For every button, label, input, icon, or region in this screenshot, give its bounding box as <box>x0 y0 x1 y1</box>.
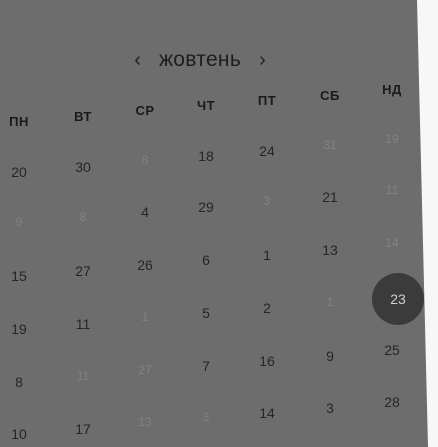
prev-month-icon[interactable]: ‹ <box>132 50 143 70</box>
day-cell[interactable]: 8 <box>63 210 103 224</box>
day-cell[interactable]: 14 <box>372 236 412 250</box>
day-cell[interactable]: 11 <box>63 316 103 332</box>
day-cell[interactable]: 27 <box>125 363 165 377</box>
day-cell[interactable]: 1 <box>125 310 165 324</box>
day-cell[interactable]: 29 <box>186 199 226 215</box>
day-cell[interactable]: 17 <box>63 421 103 437</box>
day-cell[interactable]: 18 <box>186 148 226 164</box>
day-cell[interactable]: 4 <box>125 204 165 220</box>
next-month-icon[interactable]: › <box>257 50 268 70</box>
day-cell[interactable]: 19 <box>372 132 412 146</box>
day-cell[interactable]: 13 <box>310 242 350 258</box>
day-cell[interactable]: 3 <box>247 194 287 208</box>
day-cell[interactable]: 20 <box>0 164 39 180</box>
day-cell[interactable]: 21 <box>310 189 350 205</box>
day-cell[interactable]: 8 <box>0 374 39 390</box>
day-cell[interactable]: 1 <box>310 295 350 309</box>
day-cell[interactable]: 30 <box>63 159 103 175</box>
day-cell[interactable]: 13 <box>125 415 165 429</box>
weekday-header: СБ <box>320 87 340 103</box>
day-cell[interactable]: 3 <box>310 400 350 416</box>
weekday-header: СР <box>135 103 155 119</box>
day-cell[interactable]: 7 <box>186 358 226 374</box>
day-cell[interactable]: 9 <box>310 348 350 364</box>
day-cell[interactable]: 6 <box>186 252 226 268</box>
calendar-card: ‹ жовтень › ПН ВТ СР ЧТ ПТ СБ НД 20 30 8 18 24 31 19 9… <box>0 0 428 447</box>
day-cell[interactable]: 15 <box>0 268 39 284</box>
selected-day-cell[interactable]: 23 <box>372 273 424 326</box>
weekday-header: ВТ <box>74 108 92 124</box>
day-cell[interactable]: 31 <box>310 138 350 152</box>
day-cell[interactable]: 10 <box>0 426 39 442</box>
day-cell[interactable]: 25 <box>372 342 412 358</box>
month-header: ‹ жовтень › <box>0 48 400 72</box>
month-title: жовтень <box>158 48 242 71</box>
day-cell[interactable]: 5 <box>186 305 226 321</box>
day-cell[interactable]: 9 <box>0 215 39 229</box>
weekday-header: ЧТ <box>196 98 216 114</box>
day-cell[interactable]: 11 <box>63 369 103 383</box>
day-cell[interactable]: 24 <box>247 143 287 159</box>
day-cell[interactable]: 27 <box>63 263 103 279</box>
day-cell[interactable]: 26 <box>125 257 165 273</box>
day-cell[interactable]: 3 <box>186 410 226 424</box>
day-cell[interactable]: 11 <box>372 183 412 197</box>
weekday-header: НД <box>382 82 402 98</box>
day-cell[interactable]: 8 <box>125 153 165 167</box>
day-cell[interactable]: 16 <box>247 353 287 369</box>
day-cell[interactable]: 28 <box>372 394 412 410</box>
day-cell[interactable]: 1 <box>247 247 287 263</box>
weekday-header: ПТ <box>257 92 277 108</box>
day-cell[interactable]: 19 <box>0 321 39 337</box>
day-cell[interactable]: 14 <box>247 405 287 421</box>
day-cell[interactable]: 2 <box>247 300 287 316</box>
weekday-header: ПН <box>9 114 29 129</box>
